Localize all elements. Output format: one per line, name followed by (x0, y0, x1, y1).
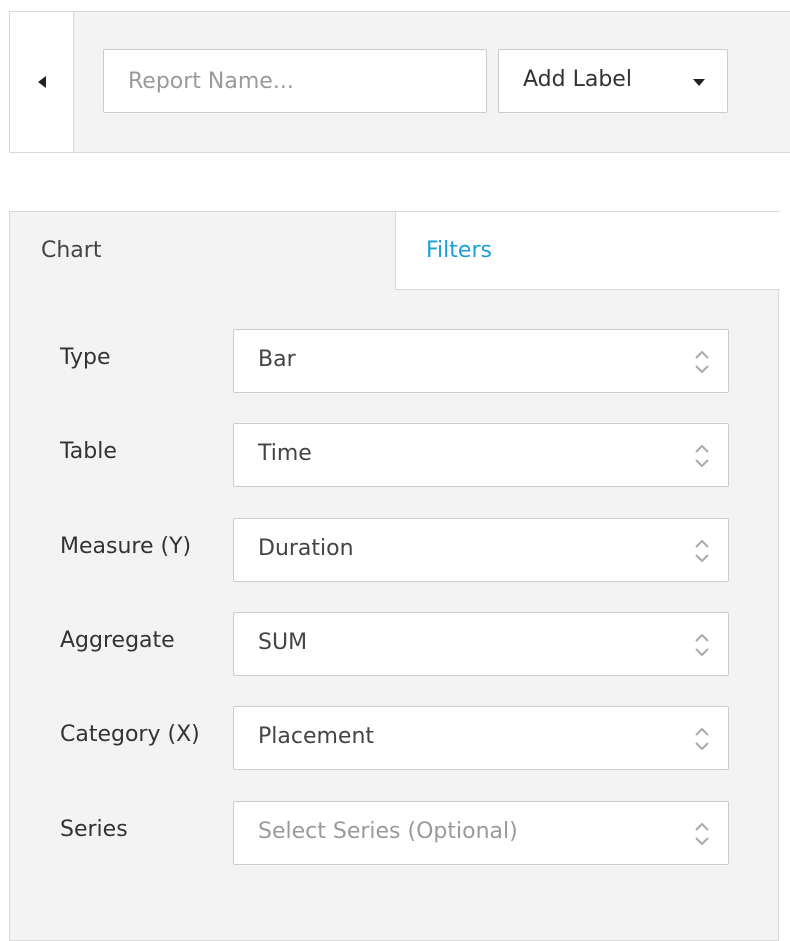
category-label: Category (X) (60, 722, 200, 747)
series-select[interactable]: Select Series (Optional) (233, 801, 729, 865)
type-select[interactable]: Bar (233, 329, 729, 393)
tab-chart-label: Chart (41, 238, 102, 263)
aggregate-select[interactable]: SUM (233, 612, 729, 676)
up-down-chevron-icon (695, 444, 709, 468)
tab-chart[interactable]: Chart (9, 211, 395, 290)
type-select-value: Bar (258, 347, 296, 372)
table-select-value: Time (258, 441, 312, 466)
series-select-placeholder: Select Series (Optional) (258, 819, 518, 844)
table-label: Table (60, 439, 117, 464)
tab-filters-label: Filters (426, 238, 492, 263)
up-down-chevron-icon (695, 539, 709, 563)
report-name-input[interactable] (103, 49, 487, 113)
tab-filters[interactable]: Filters (395, 211, 780, 290)
caret-down-icon (693, 79, 705, 86)
add-label-text: Add Label (523, 67, 632, 92)
category-select[interactable]: Placement (233, 706, 729, 770)
up-down-chevron-icon (695, 727, 709, 751)
aggregate-label: Aggregate (60, 628, 175, 653)
series-label: Series (60, 817, 128, 842)
category-select-value: Placement (258, 724, 375, 749)
back-button[interactable] (10, 12, 74, 152)
report-toolbar: Add Label (9, 11, 790, 153)
type-label: Type (60, 345, 111, 370)
measure-select[interactable]: Duration (233, 518, 729, 582)
up-down-chevron-icon (695, 633, 709, 657)
aggregate-select-value: SUM (258, 630, 308, 655)
add-label-dropdown[interactable]: Add Label (498, 49, 728, 113)
caret-left-icon (38, 76, 46, 88)
up-down-chevron-icon (695, 822, 709, 846)
measure-label: Measure (Y) (60, 534, 192, 559)
table-select[interactable]: Time (233, 423, 729, 487)
report-settings-panel: Chart Filters Type Bar Table Time Measur… (9, 211, 780, 941)
up-down-chevron-icon (695, 350, 709, 374)
measure-select-value: Duration (258, 536, 354, 561)
